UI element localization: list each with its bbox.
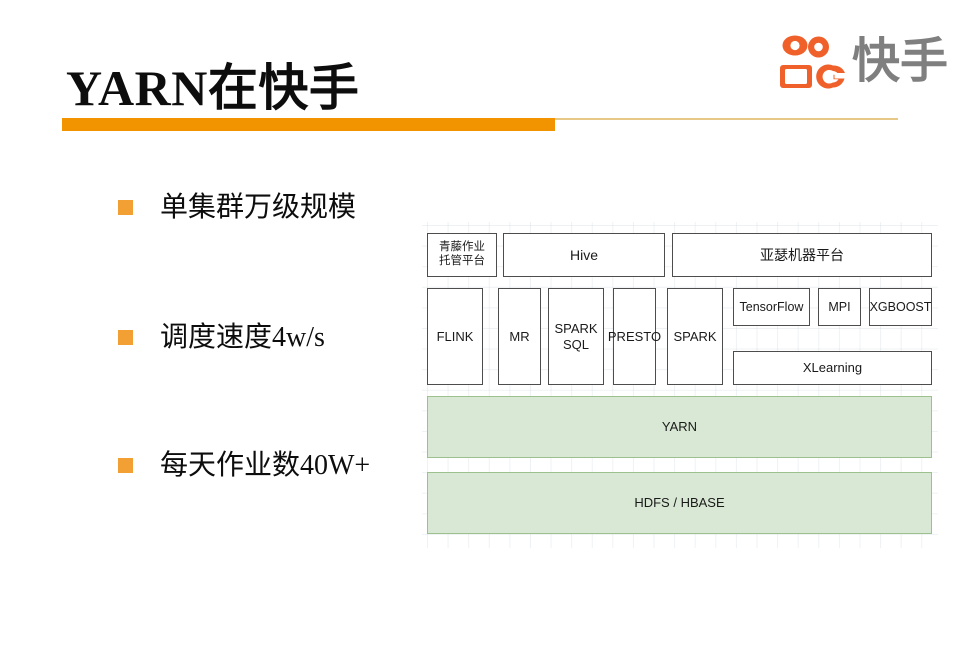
diagram-box-spark: SPARK — [667, 288, 723, 385]
logo-wordmark: 快手 — [852, 33, 949, 89]
bullet-item-2: 每天作业数40W+ — [118, 449, 370, 483]
bullet-item-1: 调度速度4w/s — [118, 321, 325, 355]
diagram-box-tensorflow: TensorFlow — [733, 288, 810, 326]
slide-canvas: YARN在快手 快手 单集群万级规模 调度速度4w/s 每天作业数40W+ 青藤… — [0, 0, 959, 663]
bullet-marker-icon — [118, 330, 133, 346]
kuaishou-camera-icon — [780, 35, 845, 89]
diagram-layer-yarn: YARN — [427, 396, 932, 458]
page-title: YARN在快手 — [66, 59, 360, 116]
bullet-marker-icon — [118, 458, 133, 474]
bullet-marker-icon — [118, 200, 133, 216]
diagram-box-yase-platform: 亚瑟机器平台 — [672, 233, 932, 277]
diagram-box-mpi: MPI — [818, 288, 861, 326]
diagram-box-xlearning: XLearning — [733, 351, 932, 385]
diagram-box-spark-sql: SPARK SQL — [548, 288, 604, 385]
diagram-box-presto: PRESTO — [608, 288, 661, 385]
spark-sql-line2: SQL — [562, 336, 589, 352]
diagram-box-qingteng: 青藤作业 托管平台 — [427, 233, 497, 277]
spark-sql-line1: SPARK — [554, 321, 598, 337]
architecture-diagram: 青藤作业 托管平台 Hive 亚瑟机器平台 FLINK MR SPARK SQL… — [422, 222, 938, 548]
bullet-label: 每天作业数40W+ — [160, 450, 371, 481]
bullet-item-0: 单集群万级规模 — [118, 191, 356, 225]
diagram-box-hive: Hive — [503, 233, 665, 277]
qingteng-line1: 青藤作业 — [439, 241, 485, 254]
diagram-box-flink: FLINK — [427, 288, 483, 385]
diagram-box-mr: MR — [498, 288, 541, 385]
diagram-box-xgboost: XGBOOST — [869, 288, 932, 326]
bullet-label: 单集群万级规模 — [160, 192, 357, 223]
bullet-label: 调度速度4w/s — [160, 322, 325, 353]
kuaishou-logo: 快手 — [780, 32, 950, 94]
qingteng-line2: 托管平台 — [439, 255, 485, 267]
title-divider-accent — [62, 118, 555, 131]
diagram-layer-storage: HDFS / HBASE — [427, 472, 932, 534]
